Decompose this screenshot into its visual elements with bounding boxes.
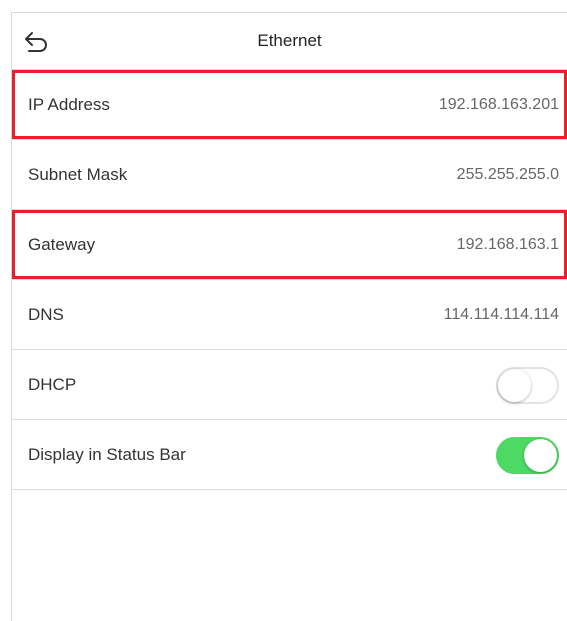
ip-address-value: 192.168.163.201 (438, 96, 559, 113)
dns-label: DNS (28, 305, 64, 324)
display-in-status-bar-row: Display in Status Bar (12, 420, 567, 490)
toggle-knob (498, 369, 531, 402)
subnet-mask-label: Subnet Mask (28, 165, 128, 184)
display-in-status-bar-toggle[interactable] (496, 437, 559, 474)
subnet-mask-row[interactable]: Subnet Mask 255.255.255.0 (12, 140, 567, 210)
ip-address-row[interactable]: IP Address 192.168.163.201 (12, 70, 567, 140)
ethernet-settings-screen: Ethernet IP Address 192.168.163.201 Subn… (11, 12, 567, 621)
settings-list: IP Address 192.168.163.201 Subnet Mask 2… (12, 70, 567, 490)
ip-address-label: IP Address (28, 95, 110, 114)
dhcp-label: DHCP (28, 375, 77, 394)
gateway-row[interactable]: Gateway 192.168.163.1 (12, 210, 567, 280)
dns-row[interactable]: DNS 114.114.114.114 (12, 280, 567, 350)
page-title: Ethernet (257, 31, 322, 50)
header-bar: Ethernet (12, 13, 567, 70)
dhcp-row: DHCP (12, 350, 567, 420)
toggle-knob (524, 439, 557, 472)
gateway-value: 192.168.163.1 (456, 236, 559, 253)
subnet-mask-value: 255.255.255.0 (456, 166, 559, 183)
gateway-label: Gateway (28, 235, 96, 254)
display-in-status-bar-label: Display in Status Bar (28, 445, 186, 464)
dhcp-toggle[interactable] (496, 367, 559, 404)
dns-value: 114.114.114.114 (443, 306, 559, 323)
